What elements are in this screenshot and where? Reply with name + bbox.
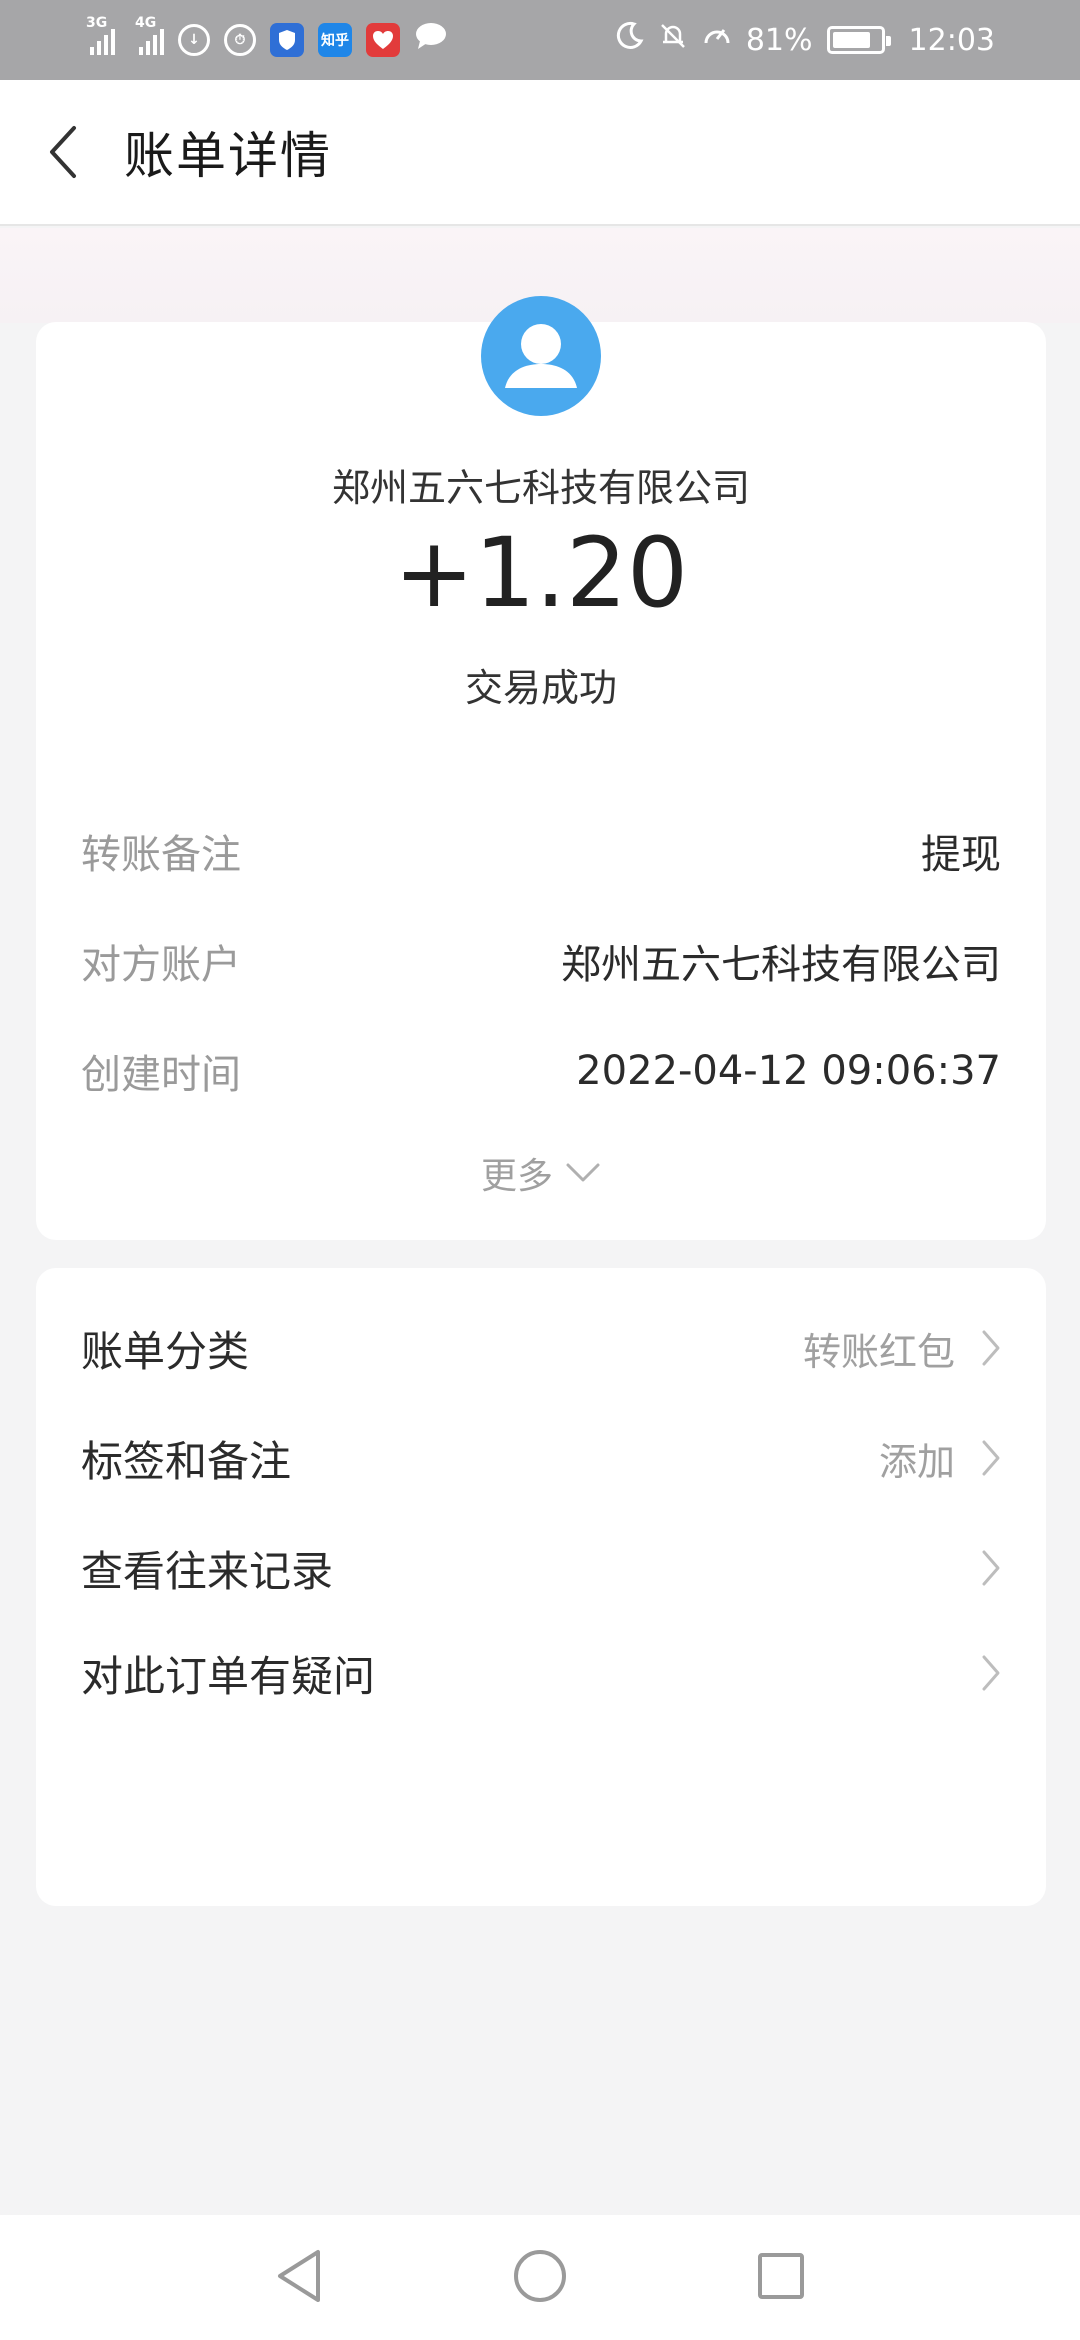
menu-label: 对此订单有疑问 — [81, 1651, 376, 1701]
message-bubble-icon — [414, 21, 448, 59]
menu-value: 转账红包 — [802, 1329, 955, 1374]
menu-right: 添加 — [879, 1431, 1001, 1486]
transaction-card: 郑州五六七科技有限公司 +1.20 交易成功 转账备注 提现 对方账户 郑州五六… — [36, 296, 1046, 1240]
pinduoduo-app-icon — [366, 23, 400, 57]
zhihu-label: 知乎 — [321, 33, 349, 49]
nav-recents-button[interactable] — [756, 2251, 806, 2305]
detail-value: 郑州五六七科技有限公司 — [561, 942, 1001, 988]
detail-value: 2022-04-12 09:06:37 — [576, 1048, 1001, 1094]
detail-label: 对方账户 — [81, 942, 241, 988]
network-type-label: 4G — [135, 15, 157, 31]
speedometer-icon — [702, 21, 732, 59]
menu-right — [955, 1654, 1001, 1692]
system-nav-bar — [0, 2215, 1080, 2340]
app-header: 账单详情 — [0, 80, 1080, 226]
nav-back-button[interactable] — [274, 2248, 324, 2308]
battery-fill — [832, 32, 870, 48]
chevron-right-icon — [982, 1440, 1000, 1476]
merchant-name: 郑州五六七科技有限公司 — [331, 466, 750, 510]
menu-item-bill-category[interactable]: 账单分类 转账红包 — [81, 1293, 1001, 1403]
merchant-avatar[interactable] — [481, 296, 601, 416]
more-label: 更多 — [480, 1156, 553, 1197]
chevron-left-icon — [50, 126, 76, 178]
menu-label: 标签和备注 — [81, 1436, 292, 1486]
detail-row-remark: 转账备注 提现 — [81, 822, 1001, 880]
chevron-right-icon — [982, 1330, 1000, 1366]
clock-time: 12:03 — [908, 22, 995, 58]
zhihu-app-icon: 知乎 — [318, 23, 352, 57]
user-avatar-icon — [505, 324, 577, 388]
status-bar: 3G 4G ↓ ⏱ 知乎 81% 12:03 — [0, 0, 1080, 80]
menu-item-tags-notes[interactable]: 标签和备注 添加 — [81, 1403, 1001, 1513]
nav-home-button[interactable] — [512, 2248, 568, 2308]
detail-label: 转账备注 — [81, 832, 241, 878]
chevron-down-icon — [566, 1163, 600, 1182]
chevron-right-icon — [982, 1550, 1000, 1586]
menu-right — [955, 1549, 1001, 1587]
menu-label: 查看往来记录 — [81, 1546, 334, 1596]
menu-label: 账单分类 — [81, 1326, 250, 1376]
transaction-status: 交易成功 — [464, 666, 617, 710]
menu-item-order-question[interactable]: 对此订单有疑问 — [81, 1618, 1001, 1728]
menu-item-transaction-history[interactable]: 查看往来记录 — [81, 1513, 1001, 1623]
detail-row-created-time: 创建时间 2022-04-12 09:06:37 — [81, 1042, 1001, 1100]
signal-4g-icon: 4G — [135, 15, 164, 55]
page-title: 账单详情 — [124, 127, 332, 185]
network-type-label: 3G — [86, 15, 108, 31]
transaction-amount: +1.20 — [393, 517, 689, 629]
shield-app-icon — [270, 23, 304, 57]
detail-row-counterparty: 对方账户 郑州五六七科技有限公司 — [81, 932, 1001, 990]
signal-3g-icon: 3G — [86, 15, 115, 55]
square-recents-icon — [758, 2252, 804, 2299]
back-button[interactable] — [4, 79, 124, 225]
menu-value: 添加 — [878, 1439, 955, 1484]
battery-percent: 81% — [745, 22, 813, 58]
status-left: 3G 4G ↓ ⏱ 知乎 — [86, 15, 448, 59]
detail-label: 创建时间 — [81, 1052, 241, 1098]
actions-card: 账单分类 转账红包 标签和备注 添加 查看往来记录 对此订单有疑问 — [36, 1268, 1046, 1906]
triangle-back-icon — [278, 2249, 320, 2302]
mute-bell-icon — [658, 21, 688, 59]
menu-right: 转账红包 — [803, 1321, 1001, 1376]
circle-home-icon — [514, 2249, 566, 2302]
more-button[interactable]: 更多 — [36, 1147, 1046, 1199]
chevron-right-icon — [982, 1655, 1000, 1691]
moon-icon — [614, 21, 644, 59]
battery-icon — [826, 26, 891, 54]
data-saver-icon: ↓ — [178, 24, 210, 56]
detail-value: 提现 — [921, 832, 1001, 878]
alarm-icon: ⏱ — [224, 24, 256, 56]
status-right: 81% 12:03 — [614, 21, 995, 59]
